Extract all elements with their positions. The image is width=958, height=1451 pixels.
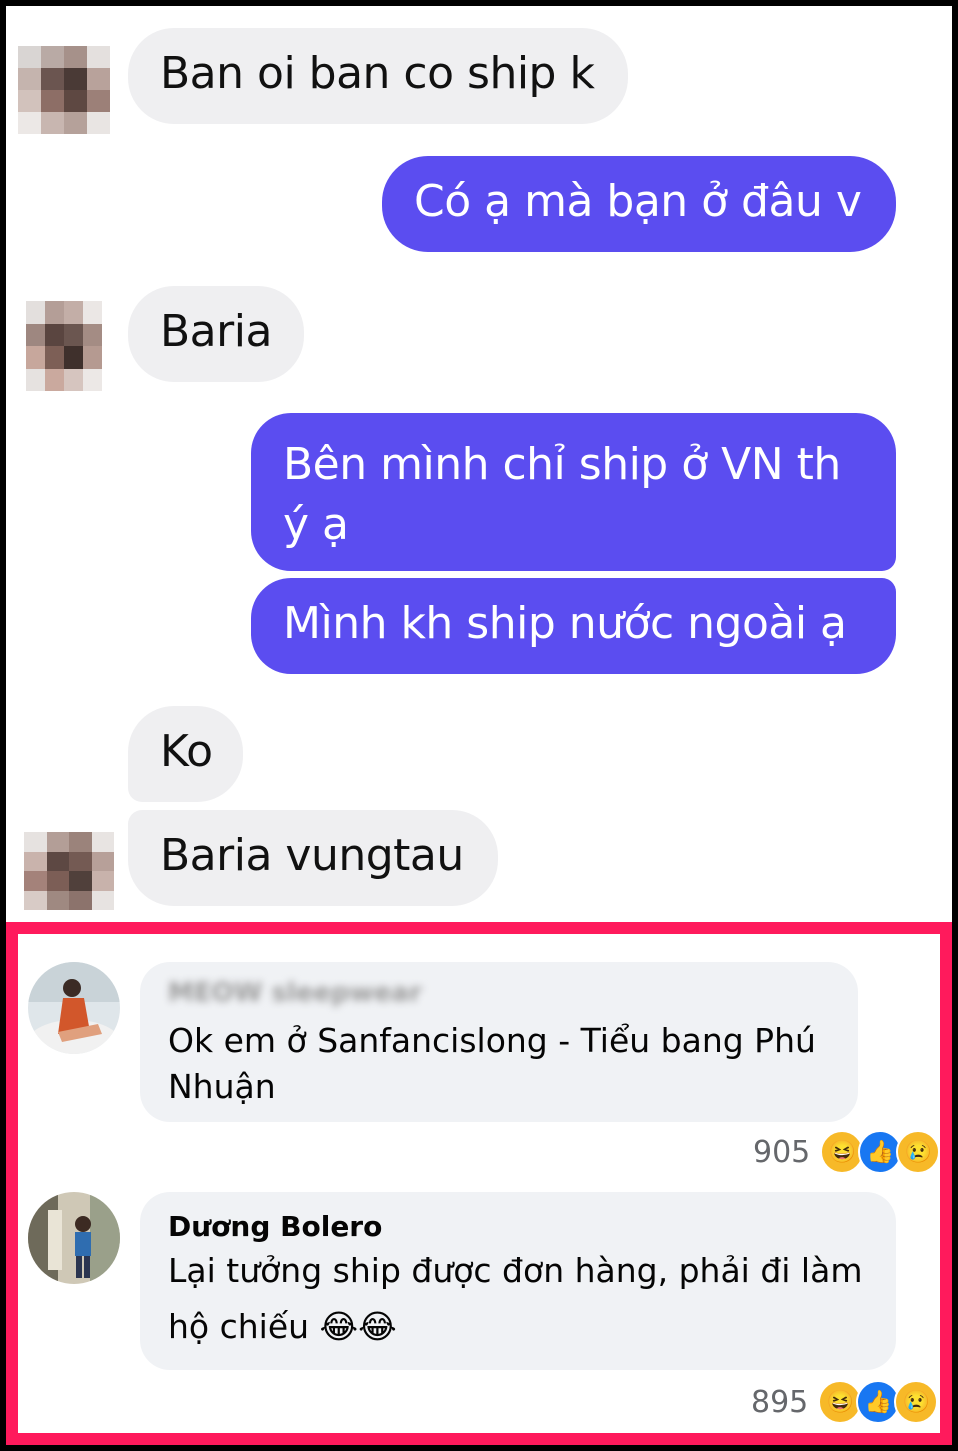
- commenter-avatar[interactable]: [28, 962, 120, 1054]
- sent-message: Bên mình chỉ ship ở VN th ý ạ: [251, 413, 896, 571]
- highlighted-comments: MEOW sleepwear Ok em ở Sanfancislong - T…: [6, 922, 952, 1445]
- received-message: Baria vungtau: [128, 810, 498, 906]
- comment-text-line: Ok em ở Sanfancislong - Tiểu bang Phú: [168, 1021, 816, 1060]
- commenter-avatar[interactable]: [28, 1192, 120, 1284]
- sender-avatar-pixelated: [24, 832, 114, 910]
- comment-text-line: hộ chiếu 😂😂: [168, 1304, 896, 1350]
- sent-message: Mình kh ship nước ngoài ạ: [251, 578, 896, 674]
- reaction-count: 905: [753, 1134, 811, 1170]
- received-message: Ban oi ban co ship k: [128, 28, 629, 124]
- sad-reaction-icon: 😢: [896, 1130, 941, 1174]
- sent-message: Có ạ mà bạn ở đâu v: [382, 156, 896, 252]
- comment-bubble: MEOW sleepwear Ok em ở Sanfancislong - T…: [140, 962, 858, 1122]
- comment-text-fragment: hộ chiếu: [168, 1307, 310, 1346]
- sender-avatar-pixelated: [18, 46, 110, 134]
- laughing-emoji: 😂😂: [319, 1307, 397, 1346]
- comment-text-line: Lại tưởng ship được đơn hàng, phải đi là…: [168, 1251, 863, 1290]
- sent-message-line: ý ạ: [283, 499, 349, 550]
- chat-screenshot: Ban oi ban co ship k Có ạ mà bạn ở đâu v…: [6, 6, 952, 922]
- reaction-count: 895: [751, 1384, 809, 1420]
- comment-author-blurred[interactable]: MEOW sleepwear: [168, 976, 858, 1010]
- comment-text-line: Nhuận: [168, 1067, 276, 1106]
- received-message: Ko: [128, 706, 243, 802]
- comment-reactions[interactable]: 905 😆 👍 😢: [753, 1130, 941, 1174]
- sent-message-line: Bên mình chỉ ship ở VN th: [283, 439, 841, 490]
- sender-avatar-pixelated: [26, 301, 102, 391]
- comment-reactions[interactable]: 895 😆 👍 😢: [751, 1380, 939, 1424]
- comment-bubble: Dương Bolero Lại tưởng ship được đơn hàn…: [140, 1192, 896, 1370]
- sad-reaction-icon: 😢: [894, 1380, 939, 1424]
- received-message: Baria: [128, 286, 304, 382]
- comment-author[interactable]: Dương Bolero: [168, 1210, 896, 1244]
